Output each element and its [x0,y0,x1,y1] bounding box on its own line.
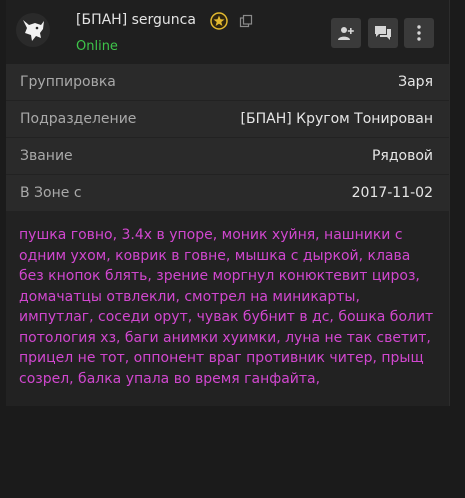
copy-icon[interactable] [239,14,253,28]
field-value: Заря [398,74,433,90]
message-button[interactable] [368,18,398,48]
more-options-button[interactable] [404,18,434,48]
bio-line: без кнопок блять, зрение моргнул конюкте… [19,268,420,284]
bio-line: прицел не тот, оппонент враг противник ч… [19,350,424,366]
field-row-division: Подразделение [БПАН] Кругом Тонирован [6,101,449,137]
bio-line: импутлаг, соседи орут, чувак бубнит в дс… [19,309,434,325]
profile-card: [БПАН] sergunca Online Группировка Заря … [6,0,450,406]
avatar[interactable] [16,13,50,47]
field-value: Рядовой [371,148,433,164]
field-row-faction: Группировка Заря [6,64,449,100]
field-label: Группировка [20,74,116,90]
profile-bio: пушка говно, 3.4х в упоре, моник хуйня, … [19,225,439,389]
bio-line: пушка говно, 3.4х в упоре, моник хуйня, … [19,227,403,243]
bio-line: одним ухом, коврик в говне, мышка с дырк… [19,247,411,264]
chat-icon [375,26,391,40]
profile-header: [БПАН] sergunca Online [6,0,449,64]
rank-badge-icon [210,12,228,30]
field-value: 2017-11-02 [351,185,433,201]
add-user-icon [338,27,354,40]
field-row-zone-since: В Зоне с 2017-11-02 [6,175,449,211]
add-friend-button[interactable] [331,18,361,48]
bio-line: созрел, балка упала во время ганфайта, [19,370,321,387]
field-label: В Зоне с [20,185,82,201]
field-label: Звание [20,148,73,164]
field-value: [БПАН] Кругом Тонирован [240,111,433,127]
profile-name: [БПАН] sergunca [76,12,196,28]
bio-line: потология хз, баги анимки хуимки, луна н… [19,329,431,346]
online-status: Online [76,39,118,54]
field-label: Подразделение [20,111,137,127]
more-vertical-icon [417,25,421,41]
field-row-rank: Звание Рядовой [6,138,449,174]
bio-line: домачатцы отвлекли, смотрел на миникарты… [19,288,360,305]
wolf-logo-icon [23,20,44,41]
